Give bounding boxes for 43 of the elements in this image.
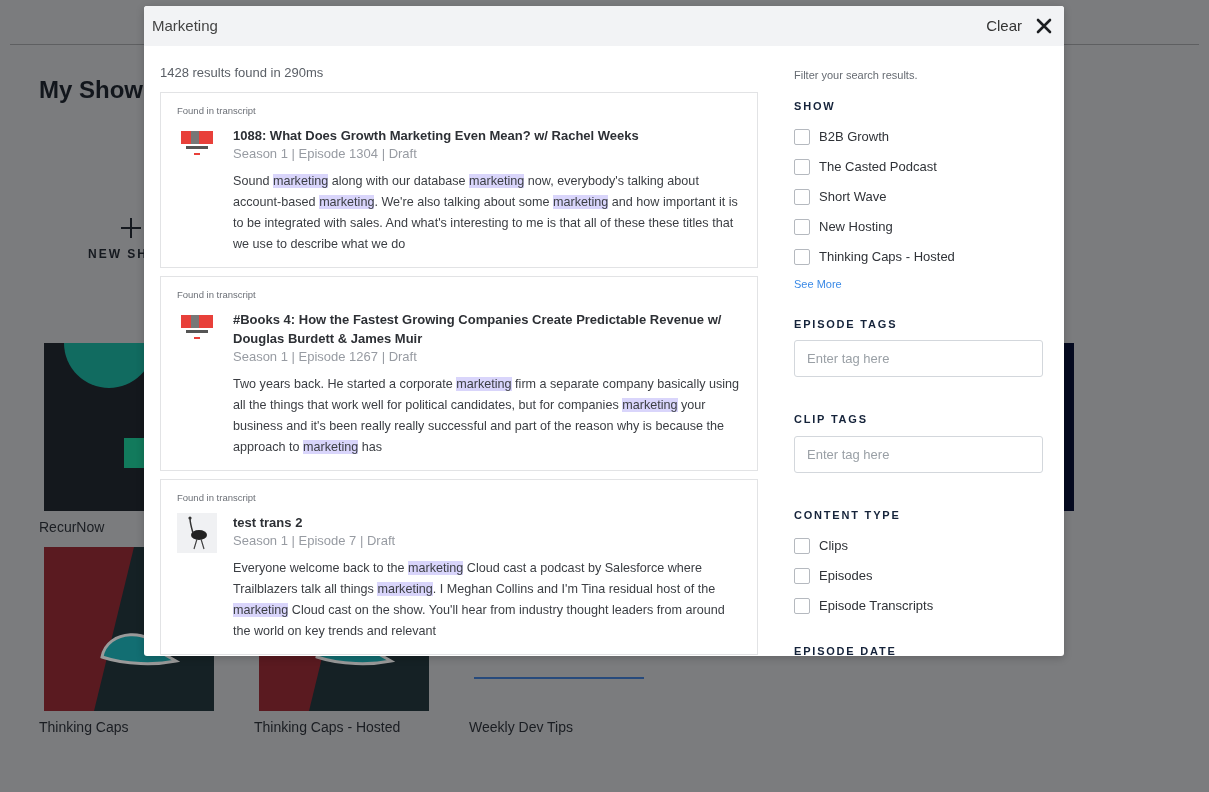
result-card[interactable] <box>160 91 758 268</box>
filter-heading: SHOW <box>794 98 837 114</box>
episode-title[interactable]: test trans 2 <box>233 513 741 533</box>
filter-option[interactable]: Clips <box>794 531 1044 561</box>
show-title[interactable]: Weekly Dev Tips <box>469 719 644 735</box>
filter-option[interactable]: Episodes <box>794 561 1044 591</box>
tag-field[interactable]: Enter tag here <box>794 340 1043 377</box>
filter-option[interactable]: New Hosting <box>794 212 1044 242</box>
page-title: My Show <box>39 75 143 105</box>
episode-meta: Season 1 | Episode 1267 | Draft <box>233 348 418 366</box>
filter-option[interactable]: The Casted Podcast <box>794 152 1044 182</box>
result-card[interactable] <box>160 275 758 471</box>
show-title[interactable]: Thinking Caps <box>39 719 214 735</box>
filter-option[interactable]: B2B Growth <box>794 122 1044 152</box>
filter-heading: EPISODE TAGS <box>794 316 899 332</box>
result-source: Found in transcript <box>177 103 257 118</box>
filter-heading: CLIP TAGS <box>794 412 869 427</box>
result-source: Found in transcript <box>177 287 257 302</box>
transcript-snippet: Two years back. He started a corporate marketing firm a separate company basically using all the things that work well for political candidates, but for companies marketing your business and it's been really really successful and part of the reason why is because the approach to marketing has <box>233 376 741 456</box>
results-count: 1428 results found in 290ms <box>160 64 325 82</box>
filter-option[interactable]: Episode Transcripts <box>794 591 1044 621</box>
episode-title[interactable]: #Books 4: How the Fastest Growing Companies Create Predictable Revenue w/ Douglas Burdett & James Muir <box>233 310 741 348</box>
filter-hint: Filter your search results. <box>794 68 919 83</box>
filter-heading: CONTENT TYPE <box>794 507 902 523</box>
episode-title[interactable]: 1088: What Does Growth Marketing Even Mean? w/ Rachel Weeks <box>233 125 741 145</box>
close-icon <box>1036 18 1052 34</box>
result-card[interactable] <box>160 479 758 656</box>
transcript-snippet: Sound marketing along with our database marketing now, everybody's talking about account-based marketing. We're also talking about some marketing and how important it is to be integrated with sales. And what's interesting to me is that all of these these titles that we use to describe what we do <box>233 172 739 253</box>
show-title[interactable]: Thinking Caps - Hosted <box>254 719 429 735</box>
close-button[interactable] <box>1036 6 1064 46</box>
show-thumbnail <box>177 513 217 554</box>
episode-meta: Season 1 | Episode 7 | Draft <box>233 532 397 551</box>
clear-button[interactable]: Clear <box>980 6 1036 46</box>
result-source: Found in transcript <box>177 491 257 505</box>
tag-field[interactable]: Enter tag here <box>794 435 1043 473</box>
episode-meta: Season 1 | Episode 1304 | Draft <box>233 144 418 163</box>
plus-icon <box>120 217 142 239</box>
filter-heading: EPISODE DATE <box>794 644 898 656</box>
search-field[interactable]: Marketing <box>144 6 981 46</box>
filter-option[interactable]: Short Wave <box>794 182 1044 212</box>
see-more-link[interactable]: See More <box>794 276 842 293</box>
filter-option[interactable]: Thinking Caps - Hosted <box>794 242 1044 272</box>
transcript-snippet: Everyone welcome back to the marketing Cloud cast a podcast by Salesforce where Trailblazers talk all things marketing. I Meghan Collins and I'm Tina residual host of the marketing Cloud cast on the show. You'll hear from industry thought leaders from around the world on key trends and relevant <box>233 560 726 641</box>
